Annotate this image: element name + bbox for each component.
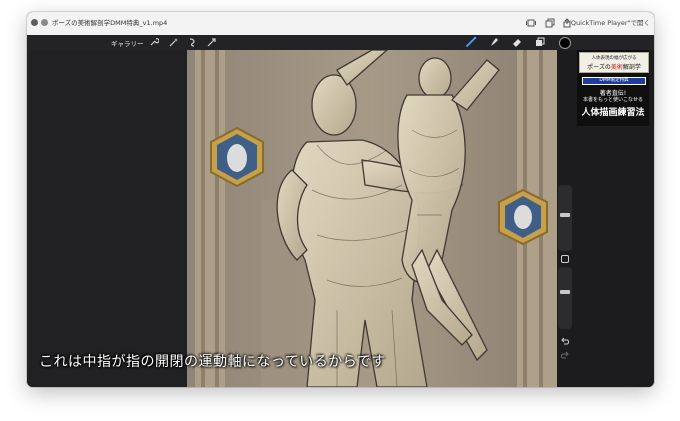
title-bar: ポーズの美術解剖学DMM特典_v1.mp4 "QuickTime Player"… [27,12,654,36]
open-with-quicktime-button[interactable]: "QuickTime Player"で開く [568,17,650,27]
video-window: ポーズの美術解剖学DMM特典_v1.mp4 "QuickTime Player"… [27,12,654,387]
app-toolbar: ギャラリー [27,35,654,50]
opacity-slider[interactable] [558,267,572,329]
book-subtitle-line: 本書をもっと使いこなせる [582,97,643,103]
book-name: ポーズの美術解剖学 [580,62,648,71]
close-icon[interactable] [31,19,38,26]
display-icon[interactable] [526,18,536,28]
book-header: 人体表現の幅が広がる ポーズの美術解剖学 [579,52,649,73]
modify-square-icon[interactable] [560,254,570,264]
gallery-button[interactable]: ギャラリー [111,38,144,48]
eraser-icon[interactable] [511,36,523,48]
selection-icon[interactable] [187,37,198,48]
window-title: ポーズの美術解剖学DMM特典_v1.mp4 [52,19,168,27]
book-cover: 人体表現の幅が広がる ポーズの美術解剖学 DMM限定特典 著者直伝! 本書をもっ… [577,50,649,126]
video-caption: これは中指が指の開閉の運動軸になっているからです [39,354,386,370]
brush-size-thumb[interactable] [560,213,570,217]
opacity-thumb[interactable] [560,290,570,294]
canvas-left-margin [27,50,187,387]
book-name-post: 解剖学 [622,64,641,71]
magic-wand-icon[interactable] [168,37,179,48]
book-name-red: 美術 [610,64,623,71]
copy-icon[interactable] [545,18,555,28]
procreate-app: ギャラリー 人体表現の幅が広がる ポーズの美術解剖学 DMM限定特典 著者直伝!… [27,35,654,387]
minimize-icon[interactable] [41,19,48,26]
brush-size-slider[interactable] [558,185,572,251]
layers-icon[interactable] [534,36,546,48]
color-picker[interactable] [559,37,571,49]
book-tag: DMM限定特典 [582,77,646,85]
book-name-pre: ポーズの [587,64,611,71]
book-title: 人体描画練習法 [581,108,645,118]
smudge-icon[interactable] [488,36,500,48]
undo-icon[interactable] [560,336,570,346]
brush-icon[interactable] [465,36,477,48]
sculpture-drawing [187,50,557,387]
redo-icon[interactable] [560,350,570,360]
transform-icon[interactable] [206,37,217,48]
book-kicker: 人体表現の幅が広がる [591,56,637,61]
wrench-icon[interactable] [148,37,160,48]
artwork-canvas[interactable] [187,50,557,387]
